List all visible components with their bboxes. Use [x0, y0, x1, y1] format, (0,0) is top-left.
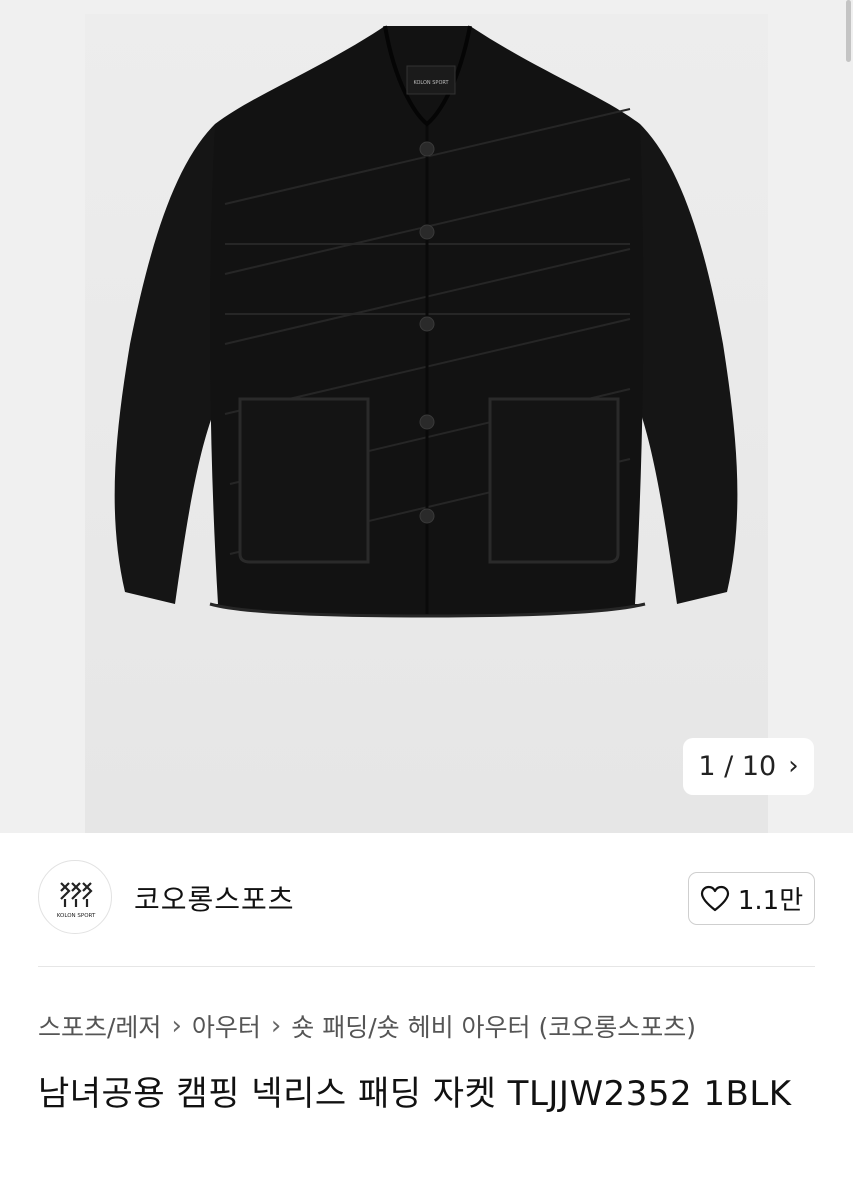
brand-name-link[interactable]: 코오롱스포츠 — [134, 878, 295, 918]
like-button[interactable]: 1.1만 — [688, 872, 815, 925]
product-image-gallery[interactable]: KOLON SPORT 1 / 10 › — [0, 0, 853, 833]
chevron-right-icon: › — [270, 1011, 282, 1041]
chevron-right-icon: › — [171, 1011, 182, 1041]
product-title: 남녀공용 캠핑 넥리스 패딩 자켓 TLJJW2352 1BLK — [38, 1074, 792, 1114]
kolon-sport-logo-icon: KOLON SPORT — [57, 882, 96, 919]
jacket-label-text: KOLON SPORT — [413, 80, 449, 86]
like-count: 1.1만 — [737, 886, 804, 916]
image-counter-text: 1 / 10 — [698, 751, 777, 782]
breadcrumb-item-short-padding[interactable]: 숏 패딩/숏 헤비 아우터 (코오롱스포츠) — [291, 1008, 696, 1044]
breadcrumb: 스포츠/레저 › 아우터 › 숏 패딩/숏 헤비 아우터 (코오롱스포츠) — [38, 1008, 696, 1044]
heart-outline-icon — [700, 885, 729, 911]
chevron-right-icon: › — [788, 750, 799, 781]
breadcrumb-item-outer[interactable]: 아우터 — [192, 1008, 261, 1044]
jacket-image: KOLON SPORT — [114, 25, 738, 618]
brand-logo[interactable]: KOLON SPORT — [38, 860, 112, 934]
brand-logo-text: KOLON SPORT — [57, 913, 96, 919]
brand-row: KOLON SPORT 코오롱스포츠 1.1만 — [38, 860, 815, 938]
page-scrollbar[interactable] — [846, 0, 851, 62]
breadcrumb-item-sports-leisure[interactable]: 스포츠/레저 — [38, 1008, 161, 1044]
image-counter-next-button[interactable]: 1 / 10 › — [683, 738, 814, 795]
product-photo[interactable]: KOLON SPORT — [85, 14, 768, 833]
section-divider — [38, 966, 815, 967]
